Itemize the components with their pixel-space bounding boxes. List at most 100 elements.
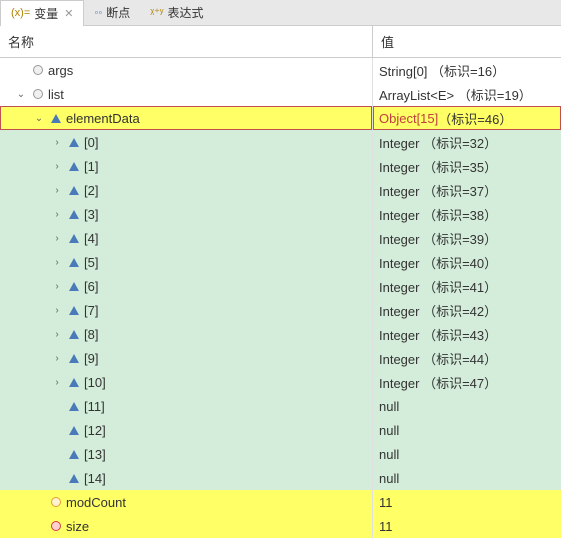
- tree-row[interactable]: size11: [0, 514, 561, 538]
- triangle-icon: [69, 474, 79, 483]
- tab-breakpoints[interactable]: ◦◦ 断点: [84, 0, 140, 25]
- chevron-right-icon[interactable]: ›: [50, 137, 64, 148]
- tree-row[interactable]: ›[7]Integer （标识=42）: [0, 298, 561, 322]
- tab-label: 表达式: [167, 4, 203, 21]
- tree-row[interactable]: ⌄ list ArrayList<E> （标识=19）: [0, 82, 561, 106]
- tab-bar: (x)= 变量 ✕ ◦◦ 断点 ᵡ⁺ʸ 表达式: [0, 0, 561, 26]
- chevron-down-icon[interactable]: ⌄: [14, 89, 28, 100]
- variable-name: args: [48, 63, 73, 78]
- tree-row[interactable]: [14] null: [0, 466, 561, 490]
- tree-row[interactable]: › [6] Integer （标识=41）: [0, 274, 561, 298]
- triangle-icon: [69, 450, 79, 459]
- circle-icon: [51, 497, 61, 507]
- variable-value: null: [379, 399, 399, 414]
- chevron-right-icon[interactable]: ›: [50, 161, 64, 172]
- variable-name: [6]: [84, 279, 98, 294]
- triangle-icon: [69, 378, 79, 387]
- name-cell: ›[9]: [0, 346, 373, 370]
- name-cell: › [10]: [0, 370, 373, 394]
- tab-expressions[interactable]: ᵡ⁺ʸ 表达式: [140, 0, 213, 25]
- circle-icon: [51, 521, 61, 531]
- triangle-icon: [69, 402, 79, 411]
- chevron-right-icon[interactable]: ›: [50, 329, 64, 340]
- column-headers: 名称 值: [0, 26, 561, 58]
- chevron-right-icon[interactable]: ›: [50, 281, 64, 292]
- variable-name: [10]: [84, 375, 106, 390]
- variables-tree: argsString[0] （标识=16）⌄listArrayList<E> （…: [0, 58, 561, 538]
- tab-label: 断点: [106, 4, 130, 21]
- value-cell: Integer （标识=43）: [373, 322, 561, 346]
- triangle-icon: [51, 114, 61, 123]
- value-cell: Integer （标识=41）: [373, 274, 561, 298]
- header-value[interactable]: 值: [373, 26, 561, 57]
- variables-icon: (x)=: [11, 7, 30, 19]
- triangle-icon: [69, 186, 79, 195]
- variable-value: Integer （标识=38）: [379, 205, 497, 224]
- value-cell: Integer （标识=47）: [373, 370, 561, 394]
- tree-row[interactable]: ›[8]Integer （标识=43）: [0, 322, 561, 346]
- variable-value: 11: [379, 519, 393, 534]
- name-cell: args: [0, 58, 373, 82]
- tree-row[interactable]: ›[9] Integer （标识=44）: [0, 346, 561, 370]
- tree-row[interactable]: ⌄ elementData Object[15]（标识=46）: [0, 106, 561, 130]
- value-cell: Integer （标识=44）: [373, 346, 561, 370]
- tree-row[interactable]: ›[3]Integer （标识=38）: [0, 202, 561, 226]
- value-cell: Integer （标识=38）: [373, 202, 561, 226]
- value-cell: null: [373, 442, 561, 466]
- expressions-icon: ᵡ⁺ʸ: [150, 6, 163, 19]
- chevron-right-icon[interactable]: ›: [50, 305, 64, 316]
- variable-name: elementData: [66, 111, 140, 126]
- tree-row[interactable]: › [4] Integer （标识=39）: [0, 226, 561, 250]
- name-cell: › [6]: [0, 274, 373, 298]
- chevron-right-icon[interactable]: ›: [50, 185, 64, 196]
- tree-row[interactable]: modCount11: [0, 490, 561, 514]
- variable-value: Integer （标识=32）: [379, 133, 497, 152]
- value-cell: Integer （标识=35）: [373, 154, 561, 178]
- value-cell: ArrayList<E> （标识=19）: [373, 82, 561, 106]
- name-cell: [14]: [0, 466, 373, 490]
- chevron-right-icon[interactable]: ›: [50, 257, 64, 268]
- variable-value: null: [379, 471, 399, 486]
- variable-value: Integer （标识=44）: [379, 349, 497, 368]
- tab-variables[interactable]: (x)= 变量 ✕: [0, 0, 84, 26]
- tree-row[interactable]: [12]null: [0, 418, 561, 442]
- triangle-icon: [69, 426, 79, 435]
- chevron-down-icon[interactable]: ⌄: [32, 113, 46, 124]
- variable-name: modCount: [66, 495, 126, 510]
- tree-row[interactable]: args String[0] （标识=16）: [0, 58, 561, 82]
- tree-row[interactable]: ›[0]Integer （标识=32）: [0, 130, 561, 154]
- close-icon[interactable]: ✕: [64, 7, 73, 20]
- variable-name: list: [48, 87, 64, 102]
- triangle-icon: [69, 162, 79, 171]
- variable-value: Integer （标识=43）: [379, 325, 497, 344]
- triangle-icon: [69, 354, 79, 363]
- header-name[interactable]: 名称: [0, 26, 373, 57]
- tree-row[interactable]: › [10] Integer （标识=47）: [0, 370, 561, 394]
- triangle-icon: [69, 234, 79, 243]
- tree-row[interactable]: ›[2]Integer （标识=37）: [0, 178, 561, 202]
- chevron-right-icon[interactable]: ›: [50, 353, 64, 364]
- variable-name: [11]: [84, 399, 105, 414]
- variable-name: [2]: [84, 183, 98, 198]
- value-cell: null: [373, 418, 561, 442]
- chevron-right-icon[interactable]: ›: [50, 377, 64, 388]
- variable-name: [7]: [84, 303, 98, 318]
- value-cell: 11: [373, 514, 561, 538]
- value-cell: Integer （标识=39）: [373, 226, 561, 250]
- circle-icon: [33, 65, 43, 75]
- variable-value: Integer （标识=35）: [379, 157, 497, 176]
- name-cell: ⌄ list: [0, 82, 373, 106]
- tree-row[interactable]: ›[5]Integer （标识=40）: [0, 250, 561, 274]
- tree-row[interactable]: [11] null: [0, 394, 561, 418]
- tree-row[interactable]: ›[1]Integer （标识=35）: [0, 154, 561, 178]
- tree-row[interactable]: [13]null: [0, 442, 561, 466]
- name-cell: [11]: [0, 394, 373, 418]
- triangle-icon: [69, 306, 79, 315]
- value-cell: Object[15]（标识=46）: [373, 106, 561, 130]
- value-cell: Integer （标识=40）: [373, 250, 561, 274]
- variable-value: String[0] （标识=16）: [379, 61, 505, 80]
- chevron-right-icon[interactable]: ›: [50, 233, 64, 244]
- variable-name: [4]: [84, 231, 98, 246]
- value-suffix: （标识=46）: [438, 109, 512, 128]
- chevron-right-icon[interactable]: ›: [50, 209, 64, 220]
